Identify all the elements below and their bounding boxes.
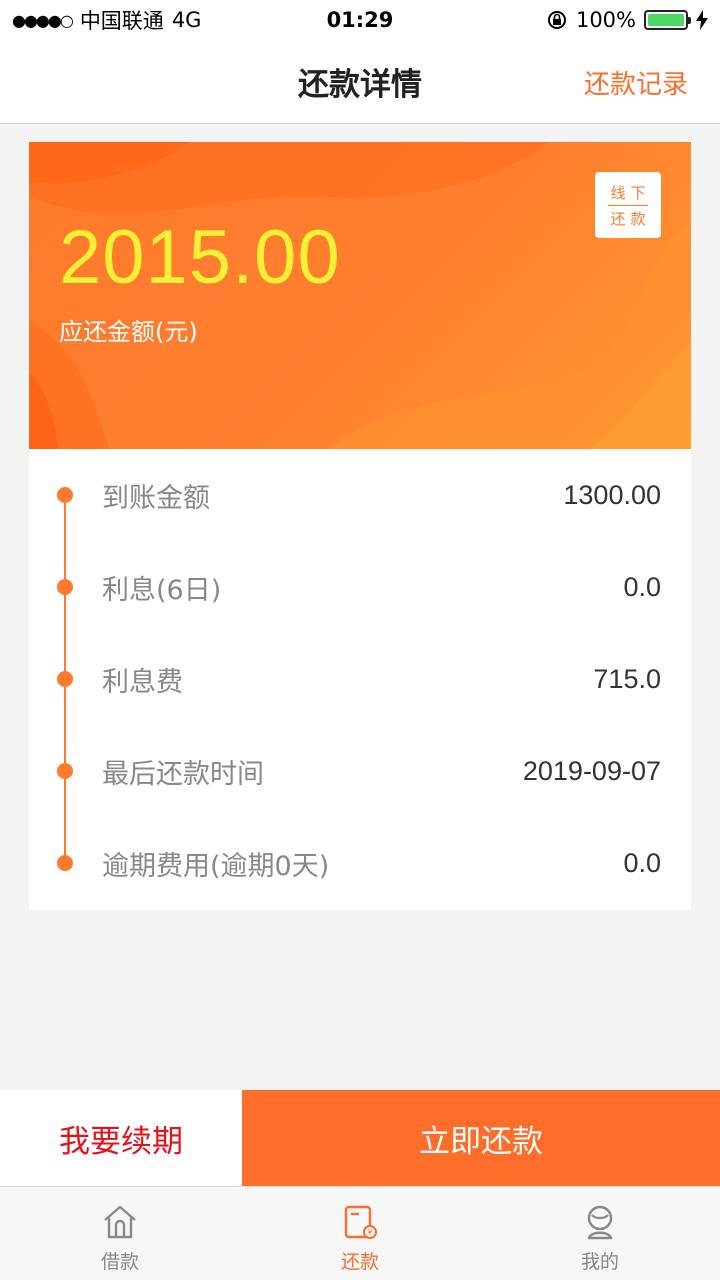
tab-mine[interactable]: 我的 [480,1187,720,1280]
amount-hero: 2015.00 应还金额(元) 线下 还款 [29,142,691,449]
repayment-records-link[interactable]: 还款记录 [584,64,688,101]
svg-text:¥: ¥ [367,1228,372,1237]
action-bar: 我要续期 立即还款 [0,1090,720,1186]
amount-due-label: 应还金额(元) [59,318,198,346]
rotation-lock-icon [547,11,566,29]
offline-repayment-button[interactable]: 线下 还款 [595,172,661,238]
detail-row-due-date: 最后还款时间 2019-09-07 [29,725,691,817]
signal-strength: ●●●●○ [12,10,74,30]
tab-label: 借款 [100,1251,139,1273]
detail-row-received-amount: 到账金额 1300.00 [29,449,691,541]
bill-icon: ¥ [344,1205,377,1239]
detail-value: 1300.00 [563,479,661,510]
detail-row-interest-fee: 利息费 715.0 [29,633,691,725]
repay-now-button[interactable]: 立即还款 [242,1090,720,1186]
detail-value: 715.0 [593,663,661,694]
tab-repay[interactable]: ¥ 还款 [240,1187,480,1280]
detail-value: 0.0 [623,847,661,878]
timeline-dot [57,763,73,779]
page-title: 还款详情 [298,67,422,103]
detail-label: 到账金额 [102,482,210,514]
timeline-dot [57,671,73,687]
network-type: 4G [171,8,202,32]
detail-list: 到账金额 1300.00 利息(6日) 0.0 利息费 715.0 最后还款时间… [29,449,691,910]
battery-icon [644,10,691,30]
tab-label: 我的 [580,1251,619,1273]
carrier-name: 中国联通 [79,9,164,33]
status-bar: ●●●●○ 中国联通 4G 01:29 100% [0,0,720,40]
user-icon [587,1205,613,1240]
timeline-dot [57,855,73,871]
detail-row-overdue-fee: 逾期费用(逾期0天) 0.0 [29,817,691,909]
tab-label: 还款 [340,1251,379,1273]
offline-label-line2: 还款 [610,209,651,228]
detail-label: 利息(6日) [102,574,222,606]
tab-borrow[interactable]: 借款 [0,1187,240,1280]
status-right: 100% [546,8,708,32]
detail-value: 2019-09-07 [522,755,661,786]
tab-bar: 借款 ¥ 还款 我的 [0,1186,720,1280]
detail-value: 0.0 [623,571,661,602]
detail-label: 逾期费用(逾期0天) [102,850,330,882]
home-icon [104,1205,136,1239]
detail-label: 最后还款时间 [102,758,264,790]
detail-label: 利息费 [102,666,183,698]
amount-due: 2015.00 [59,215,341,300]
renew-button[interactable]: 我要续期 [0,1090,242,1186]
timeline-dot [57,579,73,595]
nav-bar: 还款详情 还款记录 [0,40,720,124]
offline-label-line1: 线下 [610,183,651,202]
battery-percent: 100% [575,8,636,32]
detail-row-interest: 利息(6日) 0.0 [29,541,691,633]
charging-icon [696,10,708,30]
offline-divider [608,204,648,206]
repayment-card: 2015.00 应还金额(元) 线下 还款 到账金额 1300.00 利息(6日… [29,142,691,910]
timeline-dot [57,487,73,503]
status-left: ●●●●○ 中国联通 4G [12,5,201,35]
